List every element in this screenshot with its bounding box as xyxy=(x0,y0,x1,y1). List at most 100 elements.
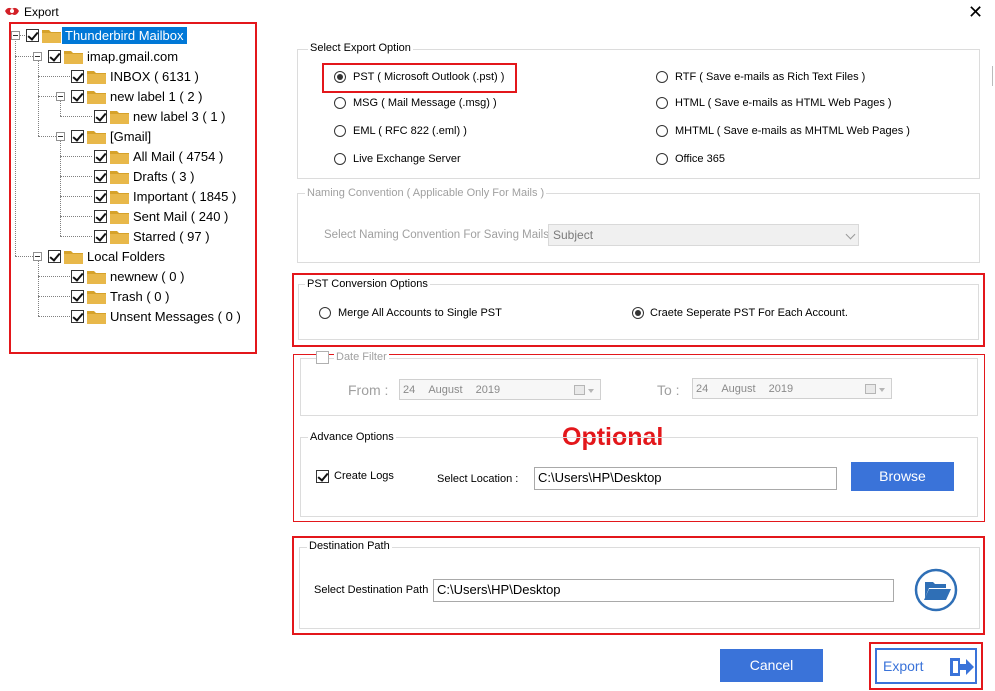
folder-icon xyxy=(110,111,129,124)
option-html-label[interactable]: HTML ( Save e-mails as HTML Web Pages ) xyxy=(675,97,892,109)
tree-checkbox[interactable] xyxy=(94,210,107,223)
date-filter-checkbox[interactable] xyxy=(316,351,329,364)
from-date-picker[interactable]: 24 August 2019 xyxy=(399,379,601,400)
tree-checkbox[interactable] xyxy=(26,29,39,42)
destination-input[interactable]: C:\Users\HP\Desktop xyxy=(433,579,894,602)
tree-checkbox[interactable] xyxy=(94,230,107,243)
tree-checkbox[interactable] xyxy=(71,310,84,323)
calendar-icon xyxy=(574,385,585,395)
to-month: August xyxy=(721,383,756,395)
tree-node-trash[interactable]: Trash ( 0 ) xyxy=(110,288,169,305)
option-mhtml-label[interactable]: MHTML ( Save e-mails as MHTML Web Pages … xyxy=(675,125,910,137)
option-live-label[interactable]: Live Exchange Server xyxy=(353,153,461,165)
radio-live-exchange[interactable] xyxy=(334,153,346,165)
folder-icon xyxy=(87,91,106,104)
tree-node-local-folders[interactable]: Local Folders xyxy=(87,248,165,265)
tree-node-account[interactable]: imap.gmail.com xyxy=(87,48,178,65)
radio-mhtml[interactable] xyxy=(656,125,668,137)
open-folder-icon[interactable] xyxy=(914,568,958,612)
cancel-button[interactable]: Cancel xyxy=(720,649,823,682)
radio-merge[interactable] xyxy=(319,307,331,319)
radio-msg[interactable] xyxy=(334,97,346,109)
from-day: 24 xyxy=(403,384,416,396)
folder-icon xyxy=(64,251,83,264)
location-label: Select Location : xyxy=(437,473,519,485)
radio-office365[interactable] xyxy=(656,153,668,165)
tree-line xyxy=(60,176,92,177)
tree-node-important[interactable]: Important ( 1845 ) xyxy=(133,188,236,205)
folder-icon xyxy=(110,171,129,184)
tree-line xyxy=(60,196,92,197)
destination-label: Select Destination Path xyxy=(314,584,429,596)
tree-line xyxy=(38,296,70,297)
collapse-icon[interactable] xyxy=(33,52,42,61)
tree-line xyxy=(60,116,92,117)
tree-line xyxy=(38,276,70,277)
tree-node-all-mail[interactable]: All Mail ( 4754 ) xyxy=(133,148,223,165)
from-label: From : xyxy=(348,382,389,398)
option-rtf-label[interactable]: RTF ( Save e-mails as Rich Text Files ) xyxy=(675,71,865,83)
tree-node-starred[interactable]: Starred ( 97 ) xyxy=(133,228,210,245)
folder-icon xyxy=(110,231,129,244)
tree-node-inbox[interactable]: INBOX ( 6131 ) xyxy=(110,68,199,85)
option-pst-label[interactable]: PST ( Microsoft Outlook (.pst) ) xyxy=(353,71,504,83)
tree-node-new-label-3[interactable]: new label 3 ( 1 ) xyxy=(133,108,226,125)
tree-node-sent-mail[interactable]: Sent Mail ( 240 ) xyxy=(133,208,228,225)
tree-checkbox[interactable] xyxy=(94,110,107,123)
to-date-picker[interactable]: 24 August 2019 xyxy=(692,378,892,399)
folder-icon xyxy=(110,191,129,204)
folder-icon xyxy=(87,291,106,304)
title-bar: Export ✕ xyxy=(0,0,995,24)
tree-line xyxy=(60,216,92,217)
tree-node-root[interactable]: Thunderbird Mailbox xyxy=(62,27,187,44)
radio-pst[interactable] xyxy=(334,71,346,83)
tree-checkbox[interactable] xyxy=(71,90,84,103)
tree-node-new-label-1[interactable]: new label 1 ( 2 ) xyxy=(110,88,203,105)
dropdown-arrow-icon xyxy=(588,389,594,393)
tree-line xyxy=(38,316,70,317)
collapse-icon[interactable] xyxy=(56,92,65,101)
tree-checkbox[interactable] xyxy=(48,50,61,63)
naming-select[interactable]: Subject xyxy=(548,224,859,246)
tree-checkbox[interactable] xyxy=(48,250,61,263)
folder-icon xyxy=(87,131,106,144)
tree-line xyxy=(60,156,92,157)
from-year: 2019 xyxy=(475,384,501,396)
collapse-icon[interactable] xyxy=(33,252,42,261)
folder-icon xyxy=(110,211,129,224)
window-title: Export xyxy=(24,5,59,19)
create-logs-checkbox[interactable] xyxy=(316,470,329,483)
radio-html[interactable] xyxy=(656,97,668,109)
calendar-icon xyxy=(865,384,876,394)
option-merge-label[interactable]: Merge All Accounts to Single PST xyxy=(338,307,502,319)
export-button[interactable]: Export xyxy=(875,648,977,684)
radio-eml[interactable] xyxy=(334,125,346,137)
radio-rtf[interactable] xyxy=(656,71,668,83)
option-eml-label[interactable]: EML ( RFC 822 (.eml) ) xyxy=(353,125,467,137)
tree-line xyxy=(38,76,70,77)
tree-checkbox[interactable] xyxy=(94,190,107,203)
tree-checkbox[interactable] xyxy=(71,70,84,83)
tree-line xyxy=(38,261,39,316)
browse-button[interactable]: Browse xyxy=(851,462,954,491)
tree-checkbox[interactable] xyxy=(71,290,84,303)
radio-separate[interactable] xyxy=(632,307,644,319)
option-office365-label[interactable]: Office 365 xyxy=(675,153,725,165)
tree-node-drafts[interactable]: Drafts ( 3 ) xyxy=(133,168,194,185)
tree-checkbox[interactable] xyxy=(71,130,84,143)
close-icon[interactable]: ✕ xyxy=(968,2,983,22)
tree-node-gmail[interactable]: [Gmail] xyxy=(110,128,151,145)
collapse-icon[interactable] xyxy=(11,31,20,40)
collapse-icon[interactable] xyxy=(56,132,65,141)
option-separate-label[interactable]: Craete Seperate PST For Each Account. xyxy=(650,307,848,319)
advance-options-title: Advance Options xyxy=(308,431,396,443)
tree-checkbox[interactable] xyxy=(94,170,107,183)
tree-node-unsent[interactable]: Unsent Messages ( 0 ) xyxy=(110,308,241,325)
option-msg-label[interactable]: MSG ( Mail Message (.msg) ) xyxy=(353,97,497,109)
create-logs-label[interactable]: Create Logs xyxy=(334,470,394,482)
tree-checkbox[interactable] xyxy=(94,150,107,163)
tree-node-newnew[interactable]: newnew ( 0 ) xyxy=(110,268,184,285)
tree-checkbox[interactable] xyxy=(71,270,84,283)
location-input[interactable]: C:\Users\HP\Desktop xyxy=(534,467,837,490)
dropdown-arrow-icon xyxy=(879,388,885,392)
